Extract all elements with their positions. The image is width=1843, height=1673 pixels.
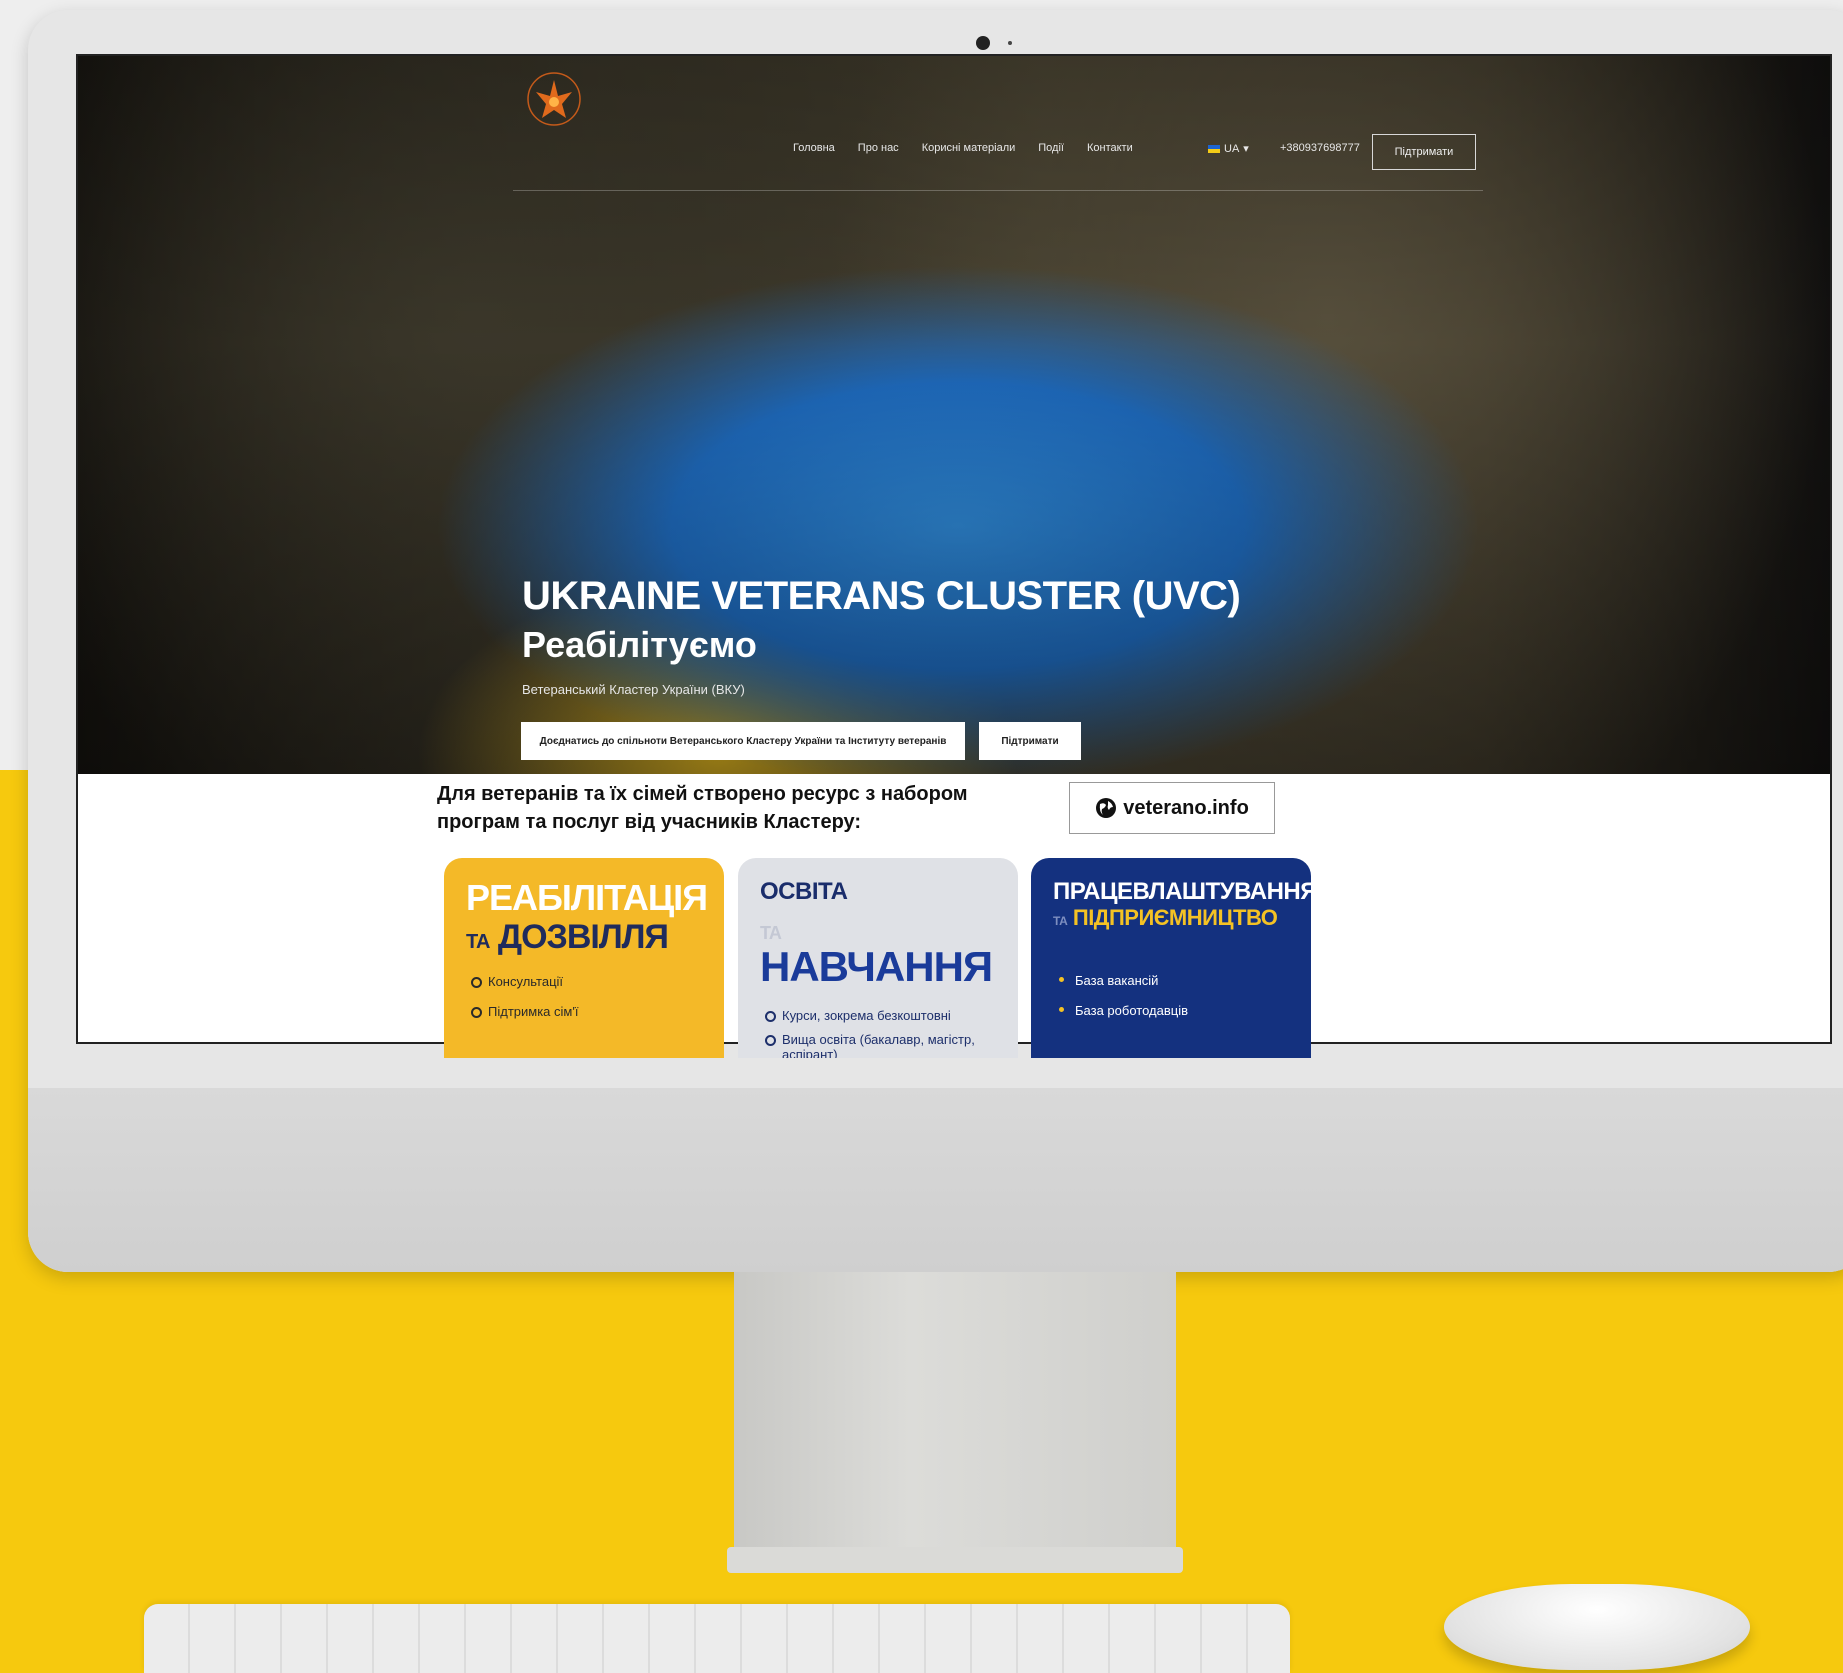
card-list: Консультації Підтримка сім'ї — [466, 974, 702, 1019]
nav-item-home[interactable]: Головна — [793, 142, 835, 154]
card-education[interactable]: ОСВІТА ТА НАВЧАННЯ Курси, зокрема безкош… — [738, 858, 1018, 1058]
veterano-site-button[interactable]: veterano.info — [1069, 782, 1275, 834]
veterano-site-label: veterano.info — [1123, 796, 1249, 819]
nav-support-button[interactable]: Підтримати — [1372, 134, 1476, 170]
nav-item-about[interactable]: Про нас — [858, 142, 899, 154]
card-title-main: ПІДПРИЄМНИЦТВО — [1072, 905, 1278, 930]
card-list-item: Курси, зокрема безкоштовні — [760, 1008, 996, 1024]
imac-stand — [734, 1272, 1176, 1554]
card-employment[interactable]: ПРАЦЕВЛАШТУВАННЯ ТА ПІДПРИЄМНИЦТВО База … — [1031, 858, 1311, 1058]
card-list: Курси, зокрема безкоштовні Вища освіта (… — [760, 1008, 996, 1058]
card-title-connector: ТА — [760, 923, 782, 943]
hero-section: Головна Про нас Корисні матеріали Події … — [78, 56, 1830, 774]
language-selector[interactable]: UA ▾ — [1208, 142, 1249, 155]
keyboard — [144, 1604, 1290, 1673]
camera-icon — [976, 36, 990, 50]
camera-indicator-icon — [1008, 41, 1012, 45]
card-title-connector: ТА — [466, 931, 490, 953]
card-list-item: Консультації — [466, 974, 702, 990]
card-title-bottom: ТА НАВЧАННЯ — [760, 904, 996, 988]
join-community-button[interactable]: Доєднатись до спільноти Ветеранського Кл… — [521, 722, 965, 760]
eagle-logo-icon[interactable] — [526, 66, 582, 132]
card-title-top: ПРАЦЕВЛАШТУВАННЯ — [1053, 878, 1311, 905]
mouse — [1444, 1584, 1750, 1670]
nav-divider — [513, 190, 1483, 191]
card-list: База вакансій База роботодавців — [1053, 973, 1289, 1018]
hero-subtitle: Реабілітуємо — [522, 624, 757, 665]
main-nav: Головна Про нас Корисні матеріали Події … — [793, 142, 1156, 154]
card-title-main: НАВЧАННЯ — [760, 943, 993, 990]
hero-support-button[interactable]: Підтримати — [979, 722, 1081, 760]
language-label: UA — [1224, 142, 1240, 155]
resources-intro-text: Для ветеранів та їх сімей створено ресур… — [437, 783, 968, 833]
chevron-down-icon: ▾ — [1243, 143, 1249, 155]
phone-link[interactable]: +380937698777 — [1280, 142, 1360, 154]
card-title-connector: ТА — [1053, 914, 1068, 928]
nav-item-events[interactable]: Події — [1038, 142, 1064, 154]
hero-background-image — [78, 56, 1830, 774]
hero-title: UKRAINE VETERANS CLUSTER (UVC) — [522, 574, 1241, 618]
card-list-item: База роботодавців — [1053, 1003, 1289, 1019]
card-title-bottom: ТА ДОЗВІЛЛЯ — [466, 920, 702, 954]
card-list-item: Вища освіта (бакалавр, магістр, аспірант… — [760, 1032, 996, 1058]
card-title-top: РЕАБІЛІТАЦІЯ — [466, 877, 708, 918]
card-title-top: ОСВІТА — [760, 878, 848, 905]
hero-tagline: Ветеранський Кластер України (ВКУ) — [522, 682, 745, 697]
ukraine-flag-icon — [1208, 144, 1220, 153]
card-list-item: База вакансій — [1053, 973, 1289, 989]
imac-chin — [28, 1088, 1843, 1272]
imac-stand-base — [727, 1547, 1183, 1573]
card-list-item: Підтримка сім'ї — [466, 1004, 702, 1020]
card-rehabilitation[interactable]: РЕАБІЛІТАЦІЯ ТА ДОЗВІЛЛЯ Консультації Пі… — [444, 858, 724, 1058]
card-title-bottom: ТА ПІДПРИЄМНИЦТВО — [1053, 907, 1289, 929]
globe-icon — [1096, 798, 1117, 818]
card-title-main: ДОЗВІЛЛЯ — [497, 918, 669, 956]
nav-item-materials[interactable]: Корисні матеріали — [922, 142, 1016, 154]
nav-item-contacts[interactable]: Контакти — [1087, 142, 1133, 154]
